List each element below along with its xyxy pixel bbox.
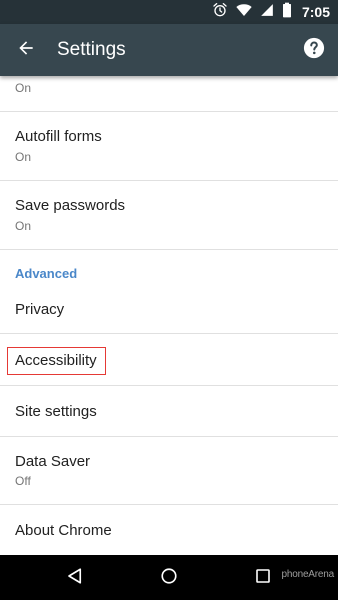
- status-bar: 7:05: [0, 0, 338, 24]
- page-title: Settings: [57, 39, 126, 60]
- advanced-section-header: Advanced: [15, 266, 78, 281]
- row-title: Privacy: [15, 301, 65, 318]
- highlight-box: [7, 347, 106, 375]
- privacy-item[interactable]: Privacy: [0, 288, 338, 333]
- row-title: About Chrome: [15, 522, 112, 539]
- row-status: On: [15, 150, 32, 164]
- status-time: 7:05: [301, 4, 330, 20]
- row-title: Site settings: [15, 403, 97, 420]
- watermark: phoneArena: [281, 569, 335, 580]
- row-title: Save passwords: [15, 197, 126, 214]
- app-toolbar: Settings: [0, 24, 338, 76]
- nav-back-icon: [66, 567, 84, 590]
- help-icon: [303, 37, 325, 64]
- wifi-icon: [236, 2, 252, 23]
- back-button[interactable]: [12, 36, 40, 64]
- status-icons: 7:05: [212, 0, 330, 24]
- data-saver-item[interactable]: Data Saver Off: [0, 437, 338, 504]
- nav-recents-button[interactable]: [248, 563, 278, 593]
- navigation-bar: phoneArena: [0, 555, 338, 600]
- row-title: Autofill forms: [15, 128, 102, 145]
- help-button[interactable]: [302, 37, 326, 64]
- cellular-signal-icon: [260, 2, 274, 23]
- nav-recents-icon: [255, 568, 271, 589]
- divider: [0, 249, 338, 250]
- row-status: Off: [15, 474, 31, 488]
- autofill-forms-item[interactable]: Autofill forms On: [0, 112, 338, 180]
- settings-list: On Autofill forms On Save passwords On A…: [0, 76, 338, 555]
- site-settings-item[interactable]: Site settings: [0, 386, 338, 436]
- battery-icon: [282, 2, 292, 23]
- row-status: On: [15, 219, 32, 233]
- list-item-partial[interactable]: On: [0, 76, 338, 111]
- save-passwords-item[interactable]: Save passwords On: [0, 181, 338, 249]
- nav-home-button[interactable]: [154, 563, 184, 593]
- row-title: Data Saver: [15, 453, 91, 470]
- nav-back-button[interactable]: [60, 563, 90, 593]
- settings-screen: 7:05 Settings On Autofill forms On Save …: [0, 0, 338, 600]
- about-chrome-item[interactable]: About Chrome: [0, 505, 338, 555]
- nav-home-icon: [160, 567, 178, 590]
- alarm-icon: [212, 2, 228, 23]
- arrow-back-icon: [16, 38, 36, 63]
- row-status: On: [15, 81, 32, 95]
